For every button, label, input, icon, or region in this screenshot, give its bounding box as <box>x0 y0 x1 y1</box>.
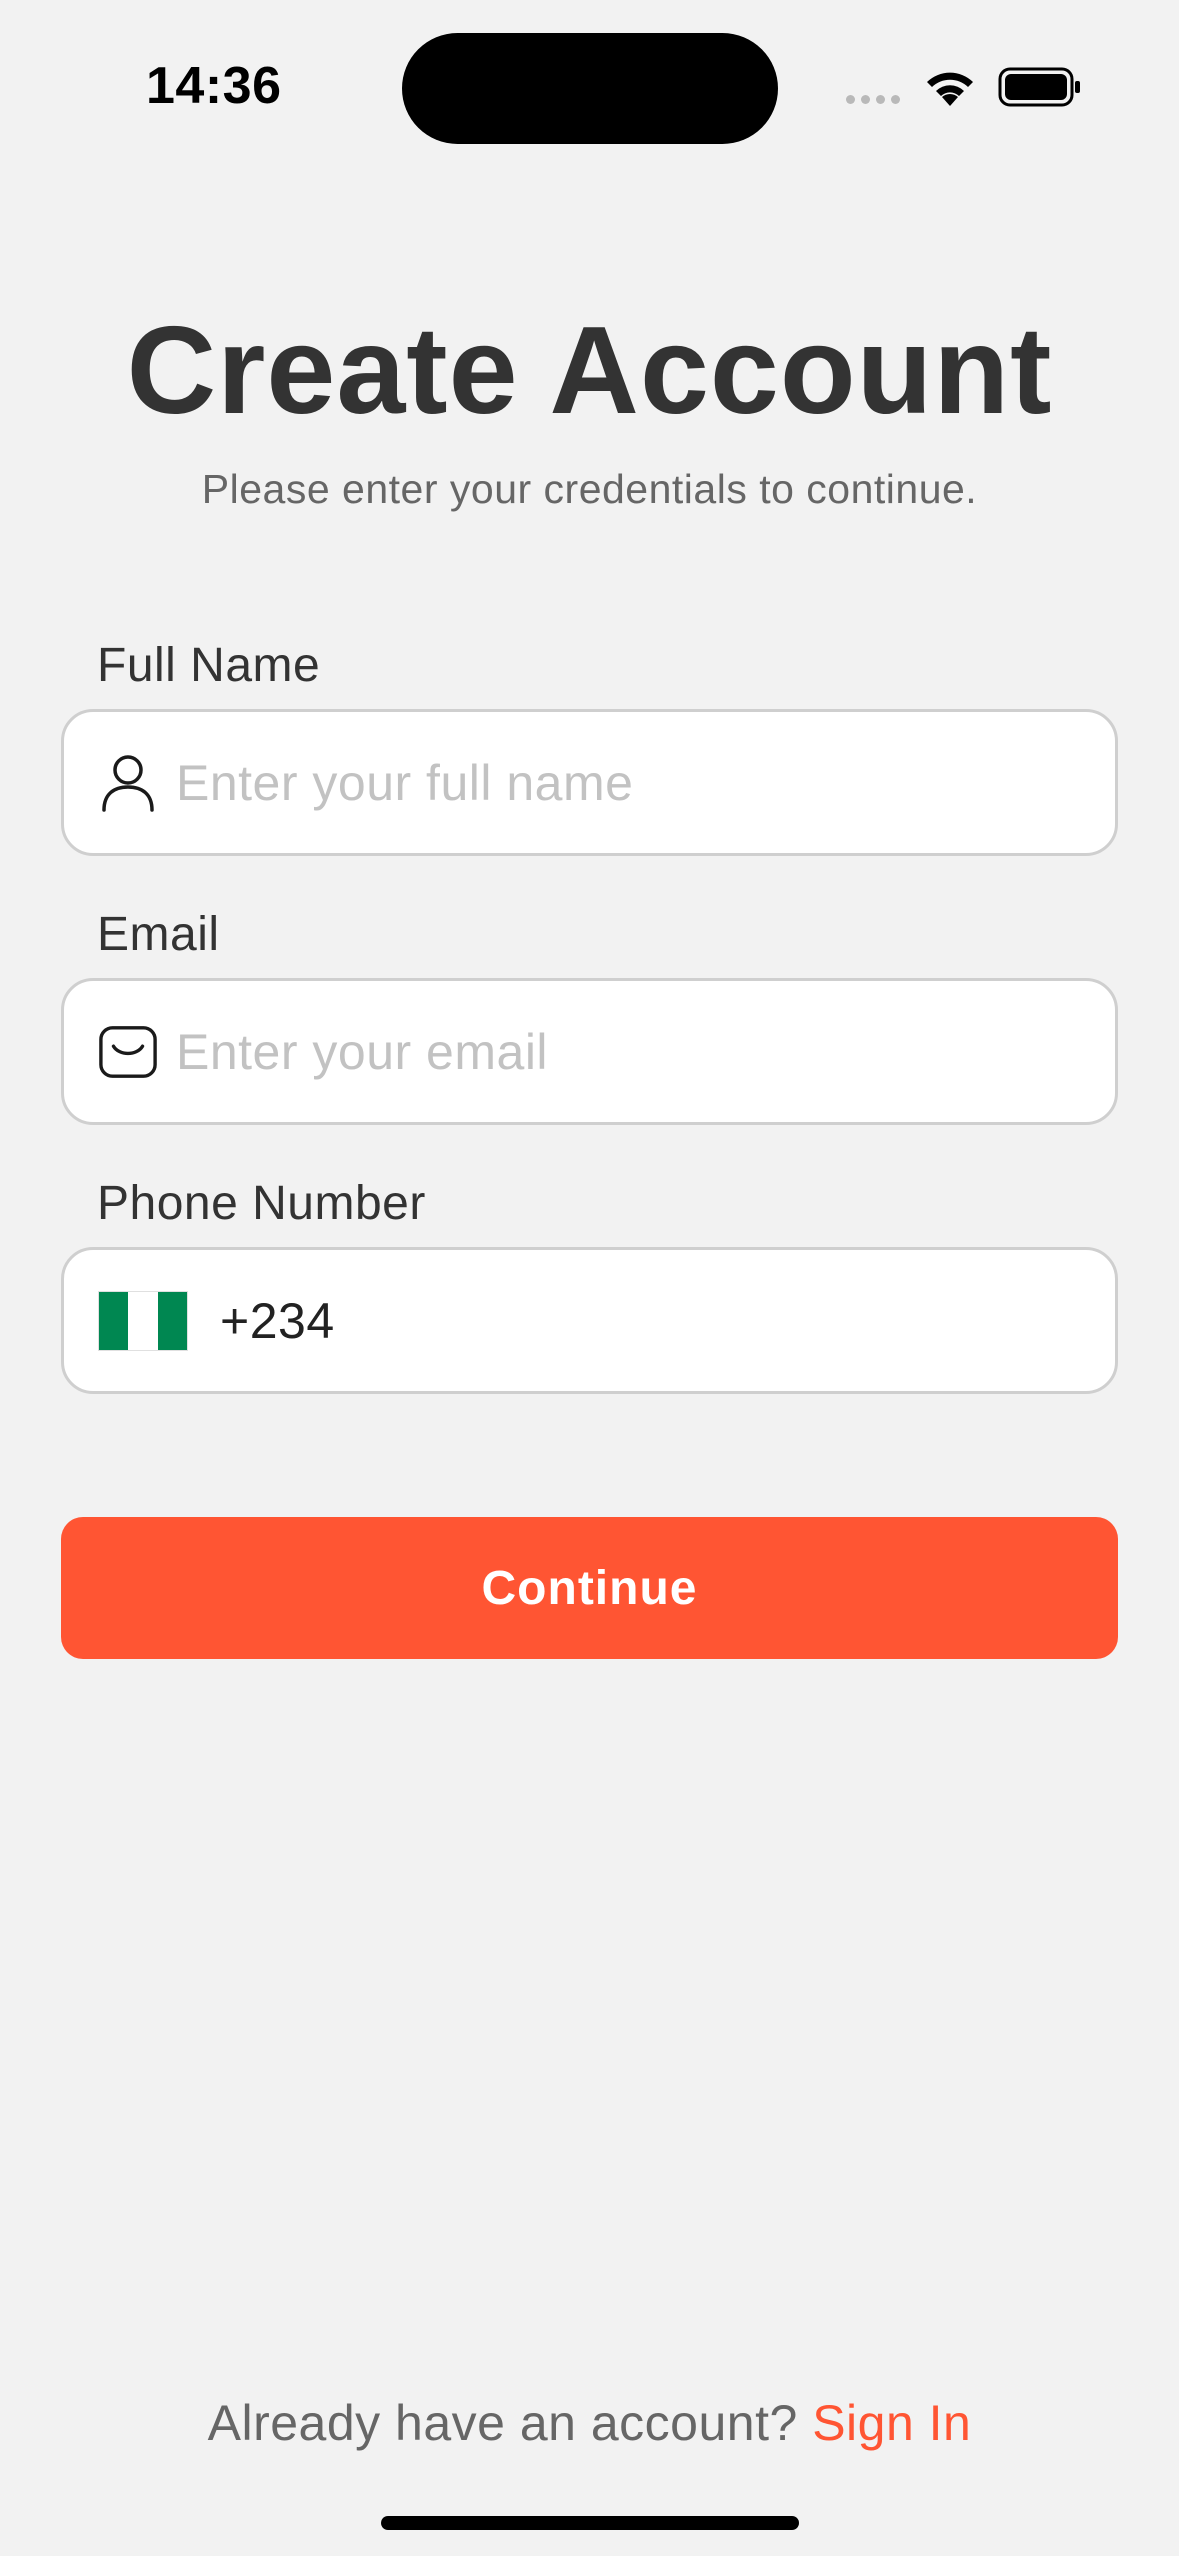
status-time: 14:36 <box>146 57 282 115</box>
phone-number-label: Phone Number <box>97 1177 426 1230</box>
full-name-label: Full Name <box>97 639 321 692</box>
sign-in-prompt-text: Already have an account? <box>207 2395 798 2451</box>
sign-in-prompt: Already have an account? Sign In <box>0 2394 1179 2452</box>
nigeria-flag-icon[interactable] <box>98 1290 188 1351</box>
full-name-input[interactable] <box>176 753 1056 812</box>
dynamic-island <box>402 33 778 144</box>
phone-number-field[interactable]: +234 <box>61 1247 1118 1394</box>
wifi-icon <box>927 72 973 106</box>
create-account-screen: 14:36 Create Account Please enter your c… <box>0 0 1179 2556</box>
page-title: Create Account <box>126 302 1053 440</box>
email-label: Email <box>97 908 220 961</box>
email-field[interactable] <box>61 978 1118 1125</box>
sign-in-link[interactable]: Sign In <box>812 2395 971 2451</box>
page-subtitle: Please enter your credentials to continu… <box>201 466 978 512</box>
email-input[interactable] <box>176 1022 1056 1081</box>
battery-icon <box>998 67 1080 107</box>
dial-code[interactable]: +234 <box>220 1292 335 1350</box>
cellular-signal-icon <box>846 95 900 104</box>
continue-button[interactable]: Continue <box>61 1517 1118 1659</box>
mail-icon <box>98 1022 158 1082</box>
user-icon <box>98 753 158 813</box>
full-name-field[interactable] <box>61 709 1118 856</box>
home-indicator <box>381 2516 799 2530</box>
